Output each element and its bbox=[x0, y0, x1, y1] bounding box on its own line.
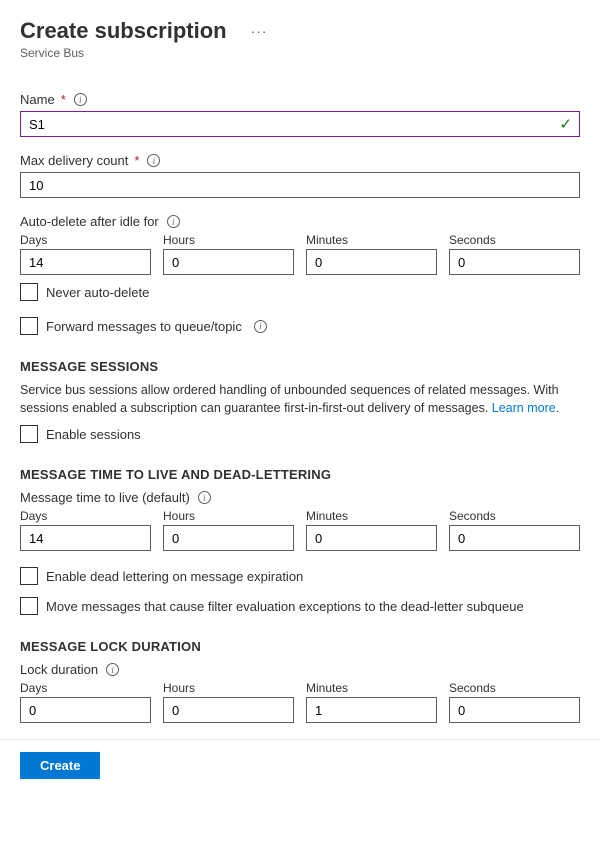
ttl-label: Message time to live (default) bbox=[20, 490, 190, 505]
name-label: Name bbox=[20, 92, 55, 107]
days-label: Days bbox=[20, 233, 151, 247]
lock-minutes-input[interactable] bbox=[306, 697, 437, 723]
page-title: Create subscription bbox=[20, 18, 227, 44]
seconds-label: Seconds bbox=[449, 509, 580, 523]
seconds-label: Seconds bbox=[449, 233, 580, 247]
auto-delete-label: Auto-delete after idle for bbox=[20, 214, 159, 229]
sessions-heading: Message Sessions bbox=[20, 359, 580, 374]
info-icon[interactable]: i bbox=[198, 491, 211, 504]
days-label: Days bbox=[20, 681, 151, 695]
name-input[interactable] bbox=[20, 111, 580, 137]
info-icon[interactable]: i bbox=[74, 93, 87, 106]
lock-hours-input[interactable] bbox=[163, 697, 294, 723]
lock-heading: Message Lock Duration bbox=[20, 639, 580, 654]
ttl-hours-input[interactable] bbox=[163, 525, 294, 551]
hours-label: Hours bbox=[163, 681, 294, 695]
lock-label: Lock duration bbox=[20, 662, 98, 677]
seconds-label: Seconds bbox=[449, 681, 580, 695]
create-button[interactable]: Create bbox=[20, 752, 100, 779]
forward-messages-checkbox[interactable] bbox=[20, 317, 38, 335]
dead-letter-expiration-label: Enable dead lettering on message expirat… bbox=[46, 569, 303, 584]
sessions-desc-text: Service bus sessions allow ordered handl… bbox=[20, 383, 559, 415]
sessions-description: Service bus sessions allow ordered handl… bbox=[20, 382, 580, 417]
lock-days-input[interactable] bbox=[20, 697, 151, 723]
ttl-minutes-input[interactable] bbox=[306, 525, 437, 551]
auto-delete-minutes-input[interactable] bbox=[306, 249, 437, 275]
info-icon[interactable]: i bbox=[147, 154, 160, 167]
enable-sessions-label: Enable sessions bbox=[46, 427, 141, 442]
learn-more-link[interactable]: Learn more. bbox=[492, 401, 559, 415]
dead-letter-filter-label: Move messages that cause filter evaluati… bbox=[46, 599, 524, 614]
forward-messages-label: Forward messages to queue/topic bbox=[46, 319, 242, 334]
required-indicator: * bbox=[134, 153, 139, 168]
auto-delete-days-input[interactable] bbox=[20, 249, 151, 275]
days-label: Days bbox=[20, 509, 151, 523]
auto-delete-hours-input[interactable] bbox=[163, 249, 294, 275]
max-delivery-label: Max delivery count bbox=[20, 153, 128, 168]
hours-label: Hours bbox=[163, 233, 294, 247]
required-indicator: * bbox=[61, 92, 66, 107]
more-icon[interactable]: ··· bbox=[251, 23, 268, 39]
dead-letter-expiration-checkbox[interactable] bbox=[20, 567, 38, 585]
info-icon[interactable]: i bbox=[106, 663, 119, 676]
never-auto-delete-label: Never auto-delete bbox=[46, 285, 149, 300]
ttl-days-input[interactable] bbox=[20, 525, 151, 551]
auto-delete-seconds-input[interactable] bbox=[449, 249, 580, 275]
max-delivery-input[interactable] bbox=[20, 172, 580, 198]
check-icon: ✓ bbox=[559, 115, 572, 133]
enable-sessions-checkbox[interactable] bbox=[20, 425, 38, 443]
never-auto-delete-checkbox[interactable] bbox=[20, 283, 38, 301]
dead-letter-filter-checkbox[interactable] bbox=[20, 597, 38, 615]
page-subtitle: Service Bus bbox=[20, 46, 580, 60]
ttl-heading: Message Time to Live and Dead-Lettering bbox=[20, 467, 580, 482]
ttl-seconds-input[interactable] bbox=[449, 525, 580, 551]
hours-label: Hours bbox=[163, 509, 294, 523]
minutes-label: Minutes bbox=[306, 509, 437, 523]
info-icon[interactable]: i bbox=[167, 215, 180, 228]
minutes-label: Minutes bbox=[306, 233, 437, 247]
info-icon[interactable]: i bbox=[254, 320, 267, 333]
minutes-label: Minutes bbox=[306, 681, 437, 695]
lock-seconds-input[interactable] bbox=[449, 697, 580, 723]
